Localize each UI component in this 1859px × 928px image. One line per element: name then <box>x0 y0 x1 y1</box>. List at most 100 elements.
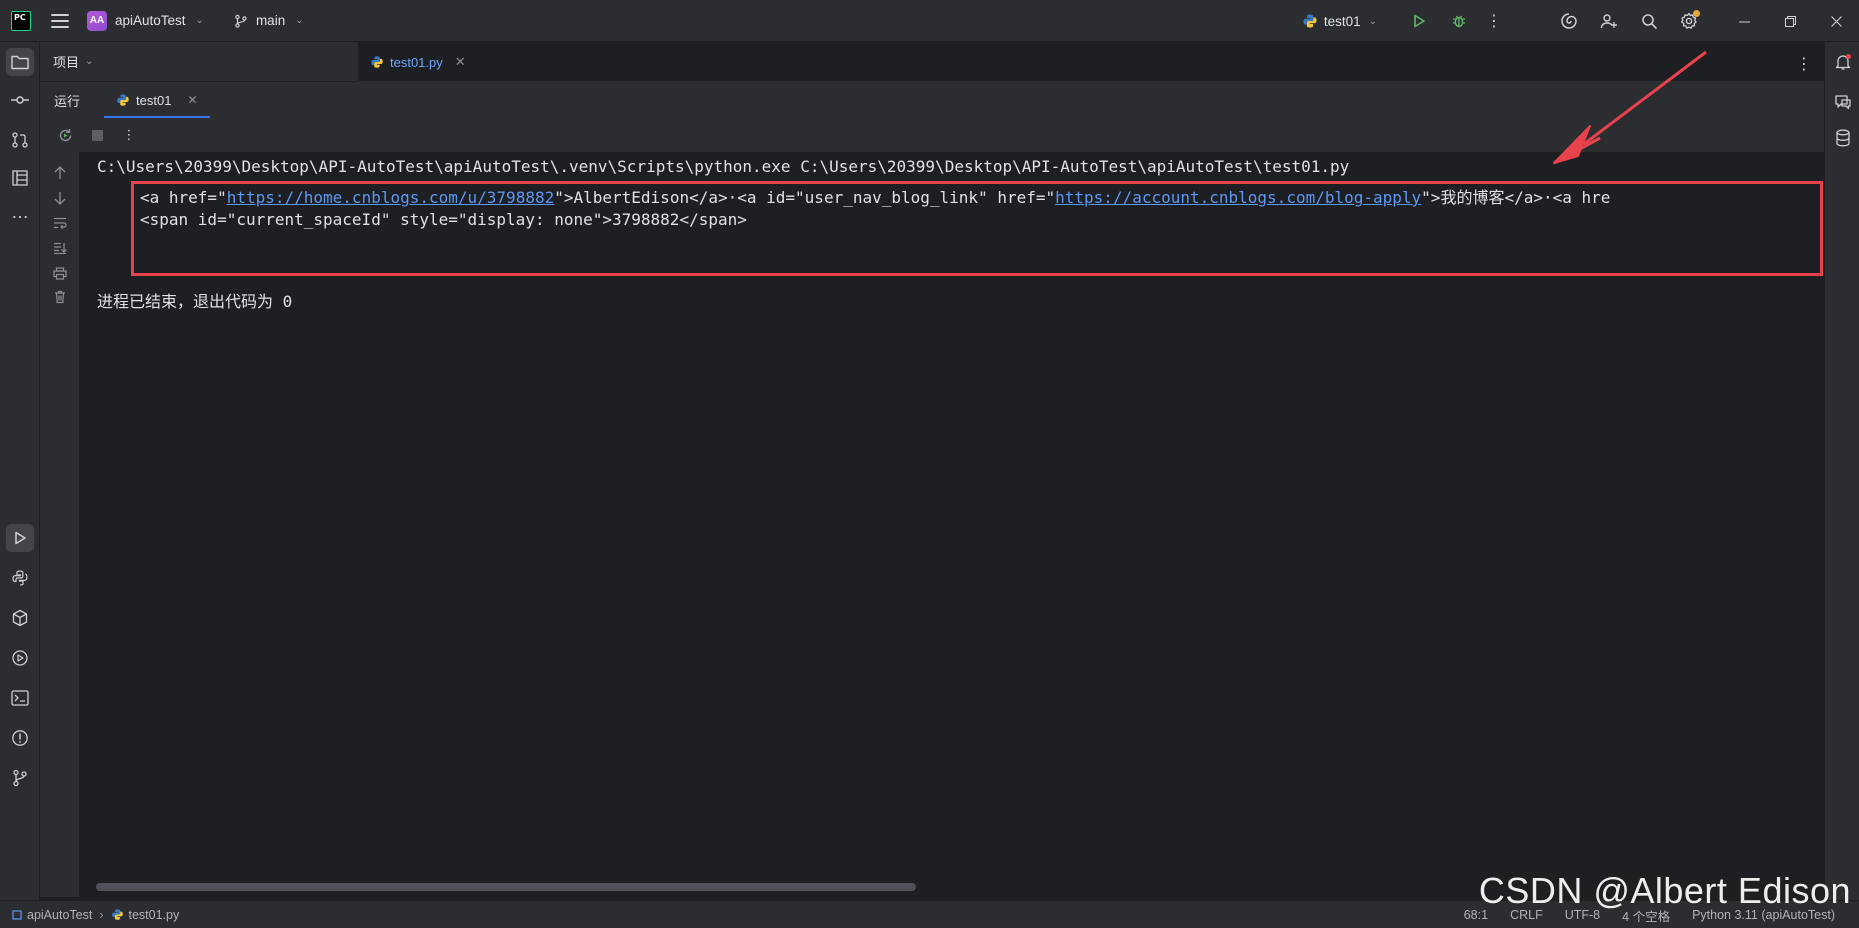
run-tool-button[interactable] <box>6 524 34 552</box>
right-tool-strip <box>1824 42 1859 902</box>
branch-switcher[interactable]: main ⌄ <box>234 13 304 28</box>
search-everywhere-button[interactable] <box>1629 0 1669 42</box>
add-user-icon <box>1600 14 1617 29</box>
update-dot <box>1693 10 1700 17</box>
play-icon <box>15 531 26 545</box>
editor-tab-label: test01.py <box>390 54 443 70</box>
run-tab-test01[interactable]: test01 ✕ <box>104 82 210 118</box>
horizontal-scrollbar[interactable] <box>96 883 916 891</box>
minimize-button[interactable] <box>1721 0 1767 42</box>
git-tool-button[interactable] <box>6 764 34 792</box>
console-exit-message: 进程已结束，退出代码为 0 <box>97 292 293 311</box>
chevron-down-icon: ⌄ <box>295 15 304 26</box>
run-more-button[interactable]: ⋮ <box>118 124 140 146</box>
module-icon <box>12 909 22 920</box>
search-icon <box>1641 13 1657 29</box>
trash-icon <box>55 290 65 304</box>
left-tool-strip: … <box>0 42 40 902</box>
annotation-highlight-box <box>131 181 1823 276</box>
chevron-down-icon: ⌄ <box>85 56 94 67</box>
ai-chat-button[interactable] <box>1829 88 1857 116</box>
run-configuration-selector[interactable]: test01 ⌄ <box>1302 13 1377 29</box>
stop-icon <box>91 129 103 141</box>
pull-requests-tool-button[interactable] <box>6 126 34 154</box>
branch-name: main <box>255 13 286 28</box>
structure-icon <box>12 170 28 186</box>
close-window-button[interactable] <box>1813 0 1859 42</box>
spiral-icon <box>1561 13 1577 29</box>
debug-button[interactable] <box>1439 0 1479 42</box>
scroll-up-button[interactable] <box>49 162 71 184</box>
close-icon <box>1830 15 1842 27</box>
folder-icon <box>11 55 29 70</box>
editor-tab-test01[interactable]: test01.py ✕ <box>370 42 466 82</box>
scroll-down-button[interactable] <box>49 187 71 209</box>
editor-tabs-more-button[interactable]: ⋮ <box>1796 54 1812 74</box>
editor-tab-bar: test01.py ✕ ⋮ <box>358 42 1824 82</box>
chevron-right-icon: › <box>99 907 104 922</box>
breadcrumb-file[interactable]: test01.py <box>111 907 180 922</box>
project-name: apiAutoTest <box>115 13 186 28</box>
restore-icon <box>1784 15 1796 27</box>
print-button[interactable] <box>49 262 71 284</box>
printer-icon <box>53 266 67 280</box>
pull-request-icon <box>12 132 28 148</box>
chevron-down-icon: ⌄ <box>195 15 204 26</box>
more-actions-button[interactable]: ⋮ <box>1479 0 1509 42</box>
rerun-button[interactable] <box>54 124 76 146</box>
notifications-button[interactable] <box>1829 48 1857 76</box>
project-tool-button[interactable] <box>6 48 34 76</box>
packages-icon <box>12 609 28 627</box>
play-icon <box>1414 14 1425 28</box>
python-file-icon <box>371 56 383 68</box>
chevron-down-icon: ⌄ <box>1368 15 1377 27</box>
clear-all-button[interactable] <box>49 286 71 308</box>
project-panel-label: 项目 <box>53 55 80 70</box>
services-tool-button[interactable] <box>6 604 34 632</box>
console-side-toolbar <box>40 152 80 897</box>
problems-tool-button[interactable] <box>6 724 34 752</box>
close-tab-icon[interactable]: ✕ <box>455 54 466 70</box>
database-button[interactable] <box>1829 124 1857 152</box>
arrow-down-icon <box>54 192 66 205</box>
ai-chat-icon <box>1835 95 1851 110</box>
python-file-icon <box>111 909 123 920</box>
git-branch-icon <box>235 14 247 28</box>
run-button[interactable] <box>1399 0 1439 42</box>
structure-tool-button[interactable] <box>6 164 34 192</box>
run-window-title: 运行 <box>54 93 81 109</box>
commit-tool-button[interactable] <box>6 86 34 114</box>
python-icon <box>1303 14 1317 28</box>
terminal-tool-button[interactable] <box>6 684 34 712</box>
breadcrumb-project[interactable]: apiAutoTest <box>12 908 92 922</box>
terminal-icon <box>11 690 29 706</box>
database-icon <box>1836 129 1850 147</box>
settings-button[interactable] <box>1669 0 1709 42</box>
services-run-tool-button[interactable] <box>6 644 34 672</box>
restore-button[interactable] <box>1767 0 1813 42</box>
project-panel-header[interactable]: 项目 ⌄ <box>40 42 358 82</box>
code-with-me-button[interactable] <box>1589 0 1629 42</box>
python-packages-tool-button[interactable] <box>6 564 34 592</box>
run-config-name: test01 <box>1323 13 1361 29</box>
scroll-to-end-button[interactable] <box>49 237 71 259</box>
commit-icon <box>11 96 29 104</box>
minimize-icon <box>1738 21 1750 22</box>
ai-assistant-button[interactable] <box>1549 0 1589 42</box>
breadcrumb-file-label: test01.py <box>128 907 180 922</box>
more-tools-button[interactable]: … <box>6 198 34 226</box>
python-console-icon <box>12 570 28 586</box>
scroll-to-end-icon <box>54 242 67 254</box>
close-run-tab-icon[interactable]: ✕ <box>187 93 197 107</box>
soft-wrap-button[interactable] <box>49 212 71 234</box>
soft-wrap-icon <box>54 217 67 229</box>
breadcrumb-project-label: apiAutoTest <box>27 907 93 922</box>
pycharm-logo-icon: PC <box>11 10 31 31</box>
title-bar: PC AA apiAutoTest ⌄ main ⌄ test01 ⌄ ⋮ <box>0 0 1859 42</box>
problems-icon <box>12 730 28 746</box>
console-output[interactable]: C:\Users\20399\Desktop\API-AutoTest\apiA… <box>80 152 1824 897</box>
stop-button[interactable] <box>86 124 108 146</box>
project-switcher[interactable]: AA apiAutoTest ⌄ <box>87 10 204 31</box>
run-tool-window-header: 运行 test01 ✕ <box>40 82 1824 118</box>
main-menu-button[interactable] <box>51 13 69 28</box>
